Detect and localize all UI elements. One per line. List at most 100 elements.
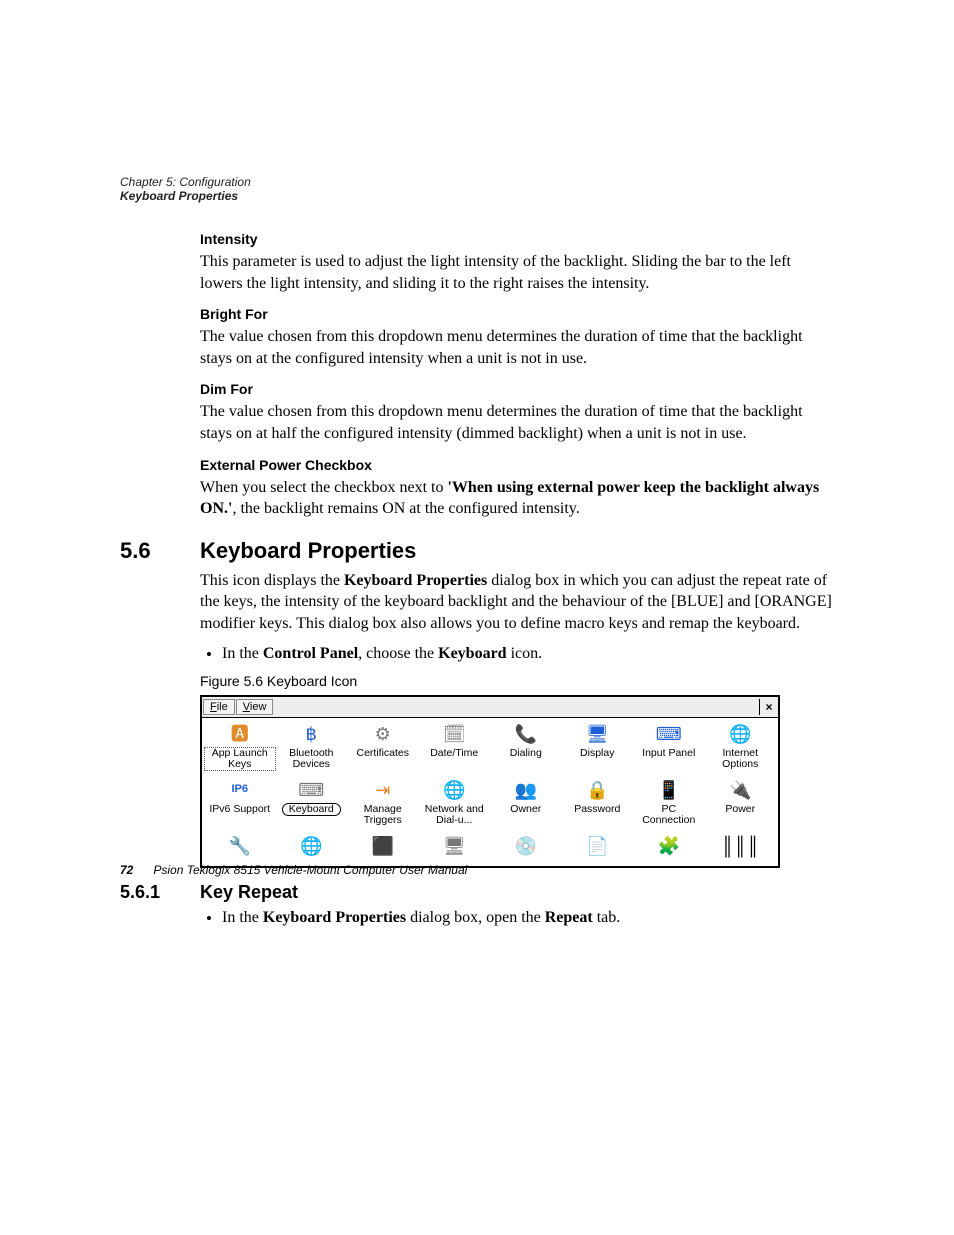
- page-footer: 72Psion Teklogix 8515 Vehicle-Mount Comp…: [120, 863, 467, 877]
- icon-label: Input Panel: [640, 747, 697, 760]
- icon-cell-unlabeled[interactable]: 🌐: [276, 834, 348, 864]
- icon-cell-unlabeled[interactable]: 📄: [562, 834, 634, 864]
- icon-cell-unlabeled[interactable]: 💿: [490, 834, 562, 864]
- icon-label: App Launch Keys: [204, 747, 276, 771]
- text-dim-for: The value chosen from this dropdown menu…: [200, 401, 834, 444]
- text-ext-power-suffix: , the backlight remains ON at the config…: [232, 500, 579, 517]
- icon-cell-unlabeled[interactable]: 🖥: [419, 834, 491, 864]
- icon-cell-display[interactable]: 🖥Display: [562, 722, 634, 776]
- menu-file-rest: ile: [217, 701, 228, 713]
- icon-cell-keyboard[interactable]: ⌨Keyboard: [276, 778, 348, 832]
- icon-cell-manage-triggers[interactable]: ⇥Manage Triggers: [347, 778, 419, 832]
- generic-icon: 📄: [585, 834, 609, 858]
- icon-cell-unlabeled[interactable]: 🔧: [204, 834, 276, 864]
- generic-icon: 🧩: [657, 834, 681, 858]
- icon-cell-unlabeled[interactable]: ║║║: [705, 834, 777, 864]
- owner-icon: 👥: [514, 778, 538, 802]
- dialog-menubar: File View ×: [202, 697, 778, 718]
- b56-c: , choose the: [358, 645, 438, 662]
- b56-d: Keyboard: [438, 645, 506, 662]
- icon-label: Network and Dial-u...: [419, 803, 491, 827]
- section-5-6-para-bold: Keyboard Properties: [344, 572, 487, 589]
- icon-cell-internet-options[interactable]: 🌐Internet Options: [705, 722, 777, 776]
- keyboard-icon: ⌨: [299, 778, 323, 802]
- section-5-6-number: 5.6: [120, 538, 200, 564]
- b56-e: icon.: [507, 645, 543, 662]
- b561-a: In the: [222, 909, 263, 926]
- date-time-icon: 🗓: [442, 722, 466, 746]
- manage-triggers-icon: ⇥: [371, 778, 395, 802]
- dialog-close-button[interactable]: ×: [759, 699, 778, 715]
- input-panel-icon: ⌨: [657, 722, 681, 746]
- b561-d: Repeat: [545, 909, 593, 926]
- icon-cell-unlabeled[interactable]: ⬛: [347, 834, 419, 864]
- icon-cell-unlabeled[interactable]: 🧩: [633, 834, 705, 864]
- icon-cell-date-time[interactable]: 🗓Date/Time: [419, 722, 491, 776]
- page-number: 72: [120, 863, 133, 877]
- icon-label: Display: [578, 747, 616, 760]
- icon-label: Owner: [508, 803, 543, 816]
- heading-intensity: Intensity: [200, 231, 834, 247]
- icon-label: Certificates: [354, 747, 411, 760]
- icon-label: Keyboard: [282, 803, 341, 816]
- ipv6-support-icon: IP6: [228, 778, 252, 802]
- icon-label: PC Connection: [633, 803, 705, 827]
- menu-view[interactable]: View: [236, 699, 274, 715]
- menu-view-rest: iew: [250, 701, 267, 713]
- icon-cell-ipv6-support[interactable]: IP6IPv6 Support: [204, 778, 276, 832]
- heading-bright-for: Bright For: [200, 306, 834, 322]
- text-ext-power-prefix: When you select the checkbox next to: [200, 479, 447, 496]
- generic-icon: 💿: [514, 834, 538, 858]
- section-5-6-bullet: In the Control Panel, choose the Keyboar…: [222, 643, 834, 665]
- bluetooth-devices-icon: ฿: [299, 722, 323, 746]
- icon-cell-password[interactable]: 🔒Password: [562, 778, 634, 832]
- icon-cell-app-launch-keys[interactable]: 🅰App Launch Keys: [204, 722, 276, 776]
- icon-cell-certificates[interactable]: ⚙Certificates: [347, 722, 419, 776]
- figure-caption-5-6: Figure 5.6 Keyboard Icon: [200, 673, 834, 689]
- heading-dim-for: Dim For: [200, 381, 834, 397]
- heading-ext-power: External Power Checkbox: [200, 457, 834, 473]
- certificates-icon: ⚙: [371, 722, 395, 746]
- password-icon: 🔒: [585, 778, 609, 802]
- icon-cell-owner[interactable]: 👥Owner: [490, 778, 562, 832]
- b561-e: tab.: [593, 909, 621, 926]
- section-5-6-1-title: Key Repeat: [200, 882, 298, 903]
- icon-cell-pc-connection[interactable]: 📱PC Connection: [633, 778, 705, 832]
- section-5-6-1-bullet: In the Keyboard Properties dialog box, o…: [222, 907, 834, 929]
- network-and-dial-u-icon: 🌐: [442, 778, 466, 802]
- b56-a: In the: [222, 645, 263, 662]
- icon-label: IPv6 Support: [207, 803, 272, 816]
- b56-b: Control Panel: [263, 645, 358, 662]
- section-5-6-title: Keyboard Properties: [200, 538, 416, 564]
- header-section: Keyboard Properties: [120, 189, 834, 203]
- text-ext-power: When you select the checkbox next to 'Wh…: [200, 477, 834, 520]
- icon-cell-network-and-dial-u[interactable]: 🌐Network and Dial-u...: [419, 778, 491, 832]
- display-icon: 🖥: [585, 722, 609, 746]
- icon-label: Dialing: [508, 747, 544, 760]
- internet-options-icon: 🌐: [728, 722, 752, 746]
- icon-cell-dialing[interactable]: 📞Dialing: [490, 722, 562, 776]
- section-5-6-1-number: 5.6.1: [120, 882, 200, 903]
- b561-b: Keyboard Properties: [263, 909, 406, 926]
- menu-file[interactable]: File: [203, 699, 235, 715]
- control-panel-dialog: File View × 🅰App Launch Keys฿Bluetooth D…: [200, 695, 780, 868]
- b561-c: dialog box, open the: [406, 909, 545, 926]
- text-intensity: This parameter is used to adjust the lig…: [200, 251, 834, 294]
- generic-icon: 🖥: [442, 834, 466, 858]
- text-bright-for: The value chosen from this dropdown menu…: [200, 326, 834, 369]
- app-launch-keys-icon: 🅰: [228, 722, 252, 746]
- section-5-6-para-a: This icon displays the: [200, 572, 344, 589]
- generic-icon: ⬛: [371, 834, 395, 858]
- icon-label: Password: [572, 803, 622, 816]
- icon-label: Power: [723, 803, 757, 816]
- icon-cell-bluetooth-devices[interactable]: ฿Bluetooth Devices: [276, 722, 348, 776]
- icon-cell-input-panel[interactable]: ⌨Input Panel: [633, 722, 705, 776]
- icon-label: Bluetooth Devices: [276, 747, 348, 771]
- header-chapter: Chapter 5: Configuration: [120, 175, 834, 189]
- generic-icon: 🌐: [299, 834, 323, 858]
- icon-grid: 🅰App Launch Keys฿Bluetooth Devices⚙Certi…: [202, 718, 778, 866]
- generic-icon: ║║║: [728, 834, 752, 858]
- pc-connection-icon: 📱: [657, 778, 681, 802]
- section-5-6-para: This icon displays the Keyboard Properti…: [200, 570, 834, 635]
- icon-cell-power[interactable]: 🔌Power: [705, 778, 777, 832]
